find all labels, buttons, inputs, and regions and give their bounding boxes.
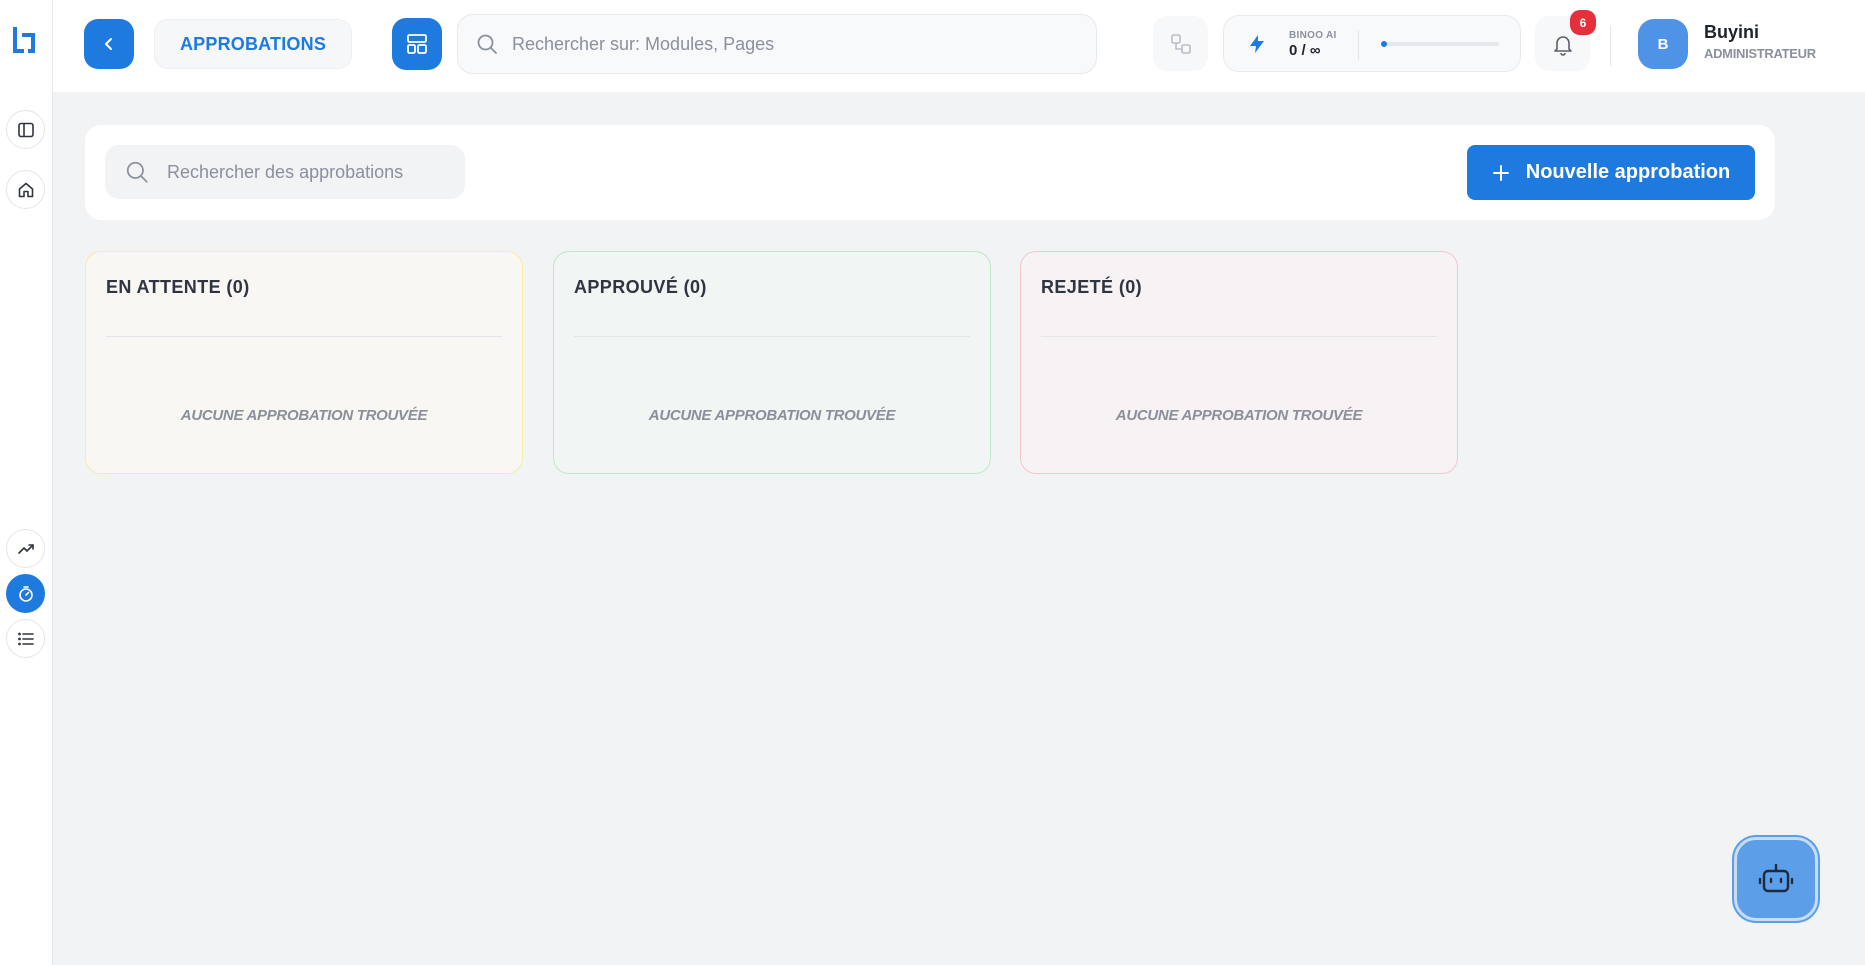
breadcrumb[interactable]: APPROBATIONS bbox=[154, 19, 352, 69]
panel-toggle-icon bbox=[17, 122, 34, 137]
user-role: ADMINISTRATEUR bbox=[1704, 46, 1816, 61]
analytics-button[interactable] bbox=[6, 529, 45, 568]
trending-up-icon bbox=[17, 543, 34, 554]
bell-icon bbox=[1553, 35, 1572, 56]
list-button[interactable] bbox=[6, 619, 45, 658]
ai-label: BINOO AI bbox=[1289, 30, 1337, 41]
column-rejected: REJETÉ (0) AUCUNE APPROBATION TROUVÉE bbox=[1020, 251, 1458, 474]
nodes-icon bbox=[1170, 33, 1191, 54]
list-icon bbox=[17, 632, 34, 645]
timer-icon bbox=[18, 585, 33, 602]
home-icon bbox=[18, 182, 33, 197]
layout-icon bbox=[407, 34, 427, 54]
robot-icon bbox=[1758, 863, 1794, 893]
assistant-button[interactable] bbox=[1734, 837, 1818, 921]
search-icon bbox=[477, 34, 497, 54]
column-title: REJETÉ (0) bbox=[1041, 277, 1437, 337]
chevron-left-icon bbox=[105, 38, 112, 50]
divider bbox=[1610, 26, 1611, 66]
column-approved: APPROUVÉ (0) AUCUNE APPROBATION TROUVÉE bbox=[553, 251, 991, 474]
approvals-search[interactable] bbox=[105, 145, 465, 199]
switch-button[interactable] bbox=[1153, 16, 1208, 71]
bolt-icon bbox=[1250, 35, 1264, 53]
global-search[interactable] bbox=[457, 14, 1097, 74]
ai-count: 0 / ∞ bbox=[1289, 42, 1321, 59]
logo-icon[interactable] bbox=[11, 25, 37, 55]
empty-state: AUCUNE APPROBATION TROUVÉE bbox=[1115, 407, 1363, 424]
search-icon bbox=[126, 161, 148, 183]
user-name[interactable]: Buyini bbox=[1704, 22, 1759, 43]
empty-state: AUCUNE APPROBATION TROUVÉE bbox=[180, 407, 428, 424]
panel-toggle-button[interactable] bbox=[6, 110, 45, 149]
ai-usage-bar bbox=[1381, 41, 1499, 47]
column-title: APPROUVÉ (0) bbox=[574, 277, 970, 337]
top-bar: APPROBATIONS BINOO AI 0 / ∞ 6 B Buyini A… bbox=[53, 0, 1865, 92]
avatar[interactable]: B bbox=[1638, 19, 1688, 69]
approvals-toolbar: Nouvelle approbation bbox=[85, 125, 1775, 220]
plus-icon bbox=[1492, 164, 1509, 181]
empty-state: AUCUNE APPROBATION TROUVÉE bbox=[648, 407, 896, 424]
new-approval-button[interactable]: Nouvelle approbation bbox=[1467, 145, 1755, 200]
column-pending: EN ATTENTE (0) AUCUNE APPROBATION TROUVÉ… bbox=[85, 251, 523, 474]
notification-badge: 6 bbox=[1570, 10, 1596, 35]
ai-usage-panel: BINOO AI 0 / ∞ bbox=[1223, 15, 1521, 72]
column-title: EN ATTENTE (0) bbox=[106, 277, 502, 337]
new-approval-label: Nouvelle approbation bbox=[1525, 161, 1731, 183]
ai-usage-fill bbox=[1381, 41, 1387, 47]
back-button[interactable] bbox=[84, 19, 134, 69]
layout-button[interactable] bbox=[392, 18, 442, 70]
global-search-input[interactable] bbox=[512, 33, 1072, 55]
home-button[interactable] bbox=[6, 170, 45, 209]
approvals-button[interactable] bbox=[6, 574, 45, 613]
approvals-search-input[interactable] bbox=[167, 161, 457, 183]
sidebar bbox=[0, 0, 53, 965]
divider bbox=[1358, 30, 1359, 60]
